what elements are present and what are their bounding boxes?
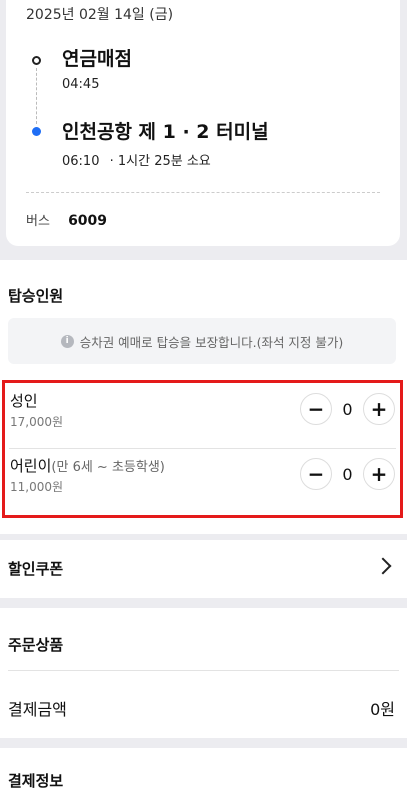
passenger-counter-group: 성인 17,000원 − 0 + 어린이(만 6세 ~ 초등학생) 11,000…: [2, 380, 403, 518]
route-line: [36, 68, 37, 124]
adult-minus-button[interactable]: −: [300, 393, 332, 425]
adult-stepper: − 0 +: [300, 393, 395, 425]
departure-dot-icon: [32, 56, 41, 65]
total-amount: 0원: [370, 700, 395, 719]
info-icon: i: [60, 334, 74, 348]
adult-row: 성인 17,000원 − 0 +: [5, 386, 400, 449]
arrival-time: 06:10: [62, 154, 100, 169]
bus-number: 6009: [68, 213, 108, 229]
trip-date: 2025년 02월 14일 (금): [26, 7, 174, 23]
payment-section: 결제정보: [0, 748, 407, 805]
seat-notice-text: 승차권 예매로 탑승을 보장합니다.(좌석 지정 불가): [79, 334, 344, 350]
child-age-note: (만 6세 ~ 초등학생): [51, 460, 165, 475]
trip-duration: · 1시간 25분 소요: [109, 154, 211, 169]
departure-name: 연금매점: [62, 48, 132, 70]
row-divider: [9, 448, 396, 449]
child-count: 0: [342, 464, 353, 484]
adult-label: 성인: [10, 392, 38, 410]
coupon-title: 할인쿠폰: [8, 560, 64, 578]
child-row: 어린이(만 6세 ~ 초등학생) 11,000원 − 0 +: [5, 451, 400, 513]
child-plus-button[interactable]: +: [363, 458, 395, 490]
adult-plus-button[interactable]: +: [363, 393, 395, 425]
order-divider: [8, 670, 399, 671]
trip-summary-card: 2025년 02월 14일 (금) 연금매점 04:45 인천공항 제 1 · …: [6, 0, 400, 246]
total-label: 결제금액: [8, 700, 67, 719]
arrival-name: 인천공항 제 1 · 2 터미널: [62, 121, 269, 143]
child-stepper: − 0 +: [300, 458, 395, 490]
passenger-section: 탑승인원 i 승차권 예매로 탑승을 보장합니다.(좌석 지정 불가) 성인 1…: [0, 260, 407, 534]
departure-time: 04:45: [62, 77, 100, 92]
chevron-right-icon: [374, 557, 392, 575]
child-label: 어린이: [10, 457, 52, 475]
bus-label: 버스: [26, 214, 50, 229]
child-label-row: 어린이(만 6세 ~ 초등학생): [10, 455, 165, 476]
adult-count: 0: [342, 399, 353, 419]
bus-info: 버스 6009: [26, 210, 107, 229]
order-title: 주문상품: [8, 636, 64, 654]
order-section: 주문상품 결제금액 0원: [0, 608, 407, 738]
child-minus-button[interactable]: −: [300, 458, 332, 490]
child-price: 11,000원: [10, 480, 64, 494]
passenger-title: 탑승인원: [8, 287, 64, 305]
arrival-dot-icon: [32, 127, 41, 136]
seat-notice: i 승차권 예매로 탑승을 보장합니다.(좌석 지정 불가): [8, 318, 396, 364]
adult-price: 17,000원: [10, 415, 64, 429]
payment-title: 결제정보: [8, 772, 64, 790]
discount-coupon-row[interactable]: 할인쿠폰: [0, 540, 407, 598]
card-divider: [26, 192, 380, 193]
arrival-time-row: 06:10 · 1시간 25분 소요: [62, 150, 211, 169]
